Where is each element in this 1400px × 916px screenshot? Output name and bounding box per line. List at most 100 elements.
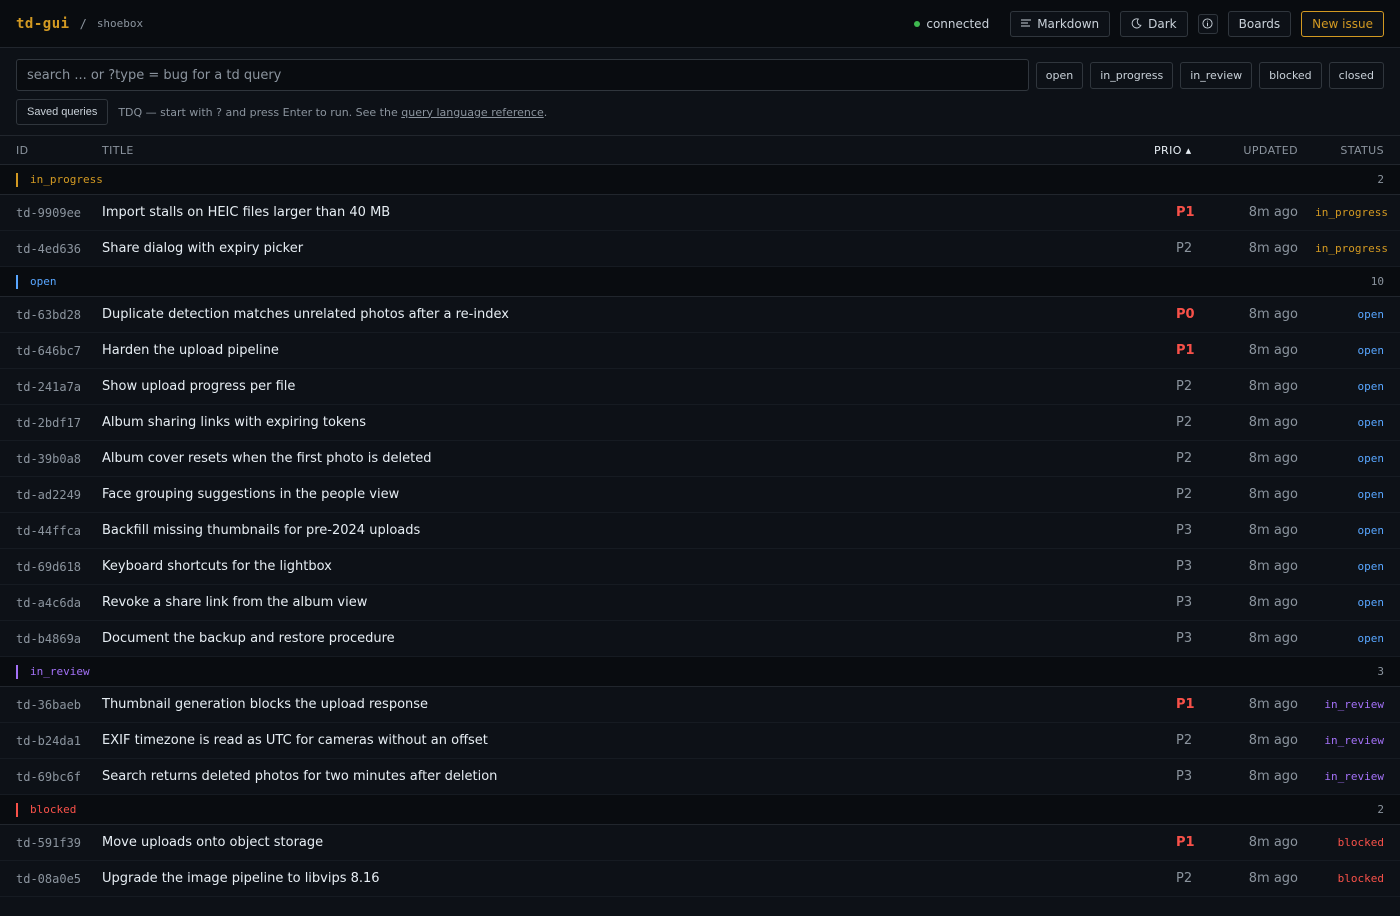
group-count: 10: [1370, 275, 1384, 288]
column-header-title[interactable]: TITLE: [102, 144, 1154, 157]
issue-updated: 8m ago: [1248, 595, 1298, 610]
issue-priority: P2: [1176, 451, 1193, 466]
issue-title[interactable]: Album cover resets when the first photo …: [102, 451, 1154, 466]
group-header-in-progress[interactable]: in_progress 2: [0, 165, 1400, 195]
issue-row[interactable]: td-08a0e5 Upgrade the image pipeline to l…: [0, 861, 1400, 897]
issue-priority: P3: [1176, 595, 1193, 610]
markdown-button[interactable]: Markdown: [1010, 10, 1111, 37]
issue-row[interactable]: td-36baeb Thumbnail generation blocks the…: [0, 687, 1400, 723]
column-header-id[interactable]: ID: [0, 144, 102, 157]
issue-title[interactable]: Keyboard shortcuts for the lightbox: [102, 559, 1154, 574]
issue-id[interactable]: td-ad2249: [0, 488, 102, 502]
issue-id[interactable]: td-69bc6f: [0, 770, 102, 784]
issue-title[interactable]: Show upload progress per file: [102, 379, 1154, 394]
saved-queries-button[interactable]: Saved queries: [16, 99, 109, 125]
issue-priority: P1: [1176, 205, 1195, 220]
issue-title[interactable]: Search returns deleted photos for two mi…: [102, 769, 1154, 784]
theme-toggle-button[interactable]: Dark: [1120, 10, 1188, 37]
issue-id[interactable]: td-2bdf17: [0, 416, 102, 430]
issue-title[interactable]: Thumbnail generation blocks the upload r…: [102, 697, 1154, 712]
issue-row[interactable]: td-63bd28 Duplicate detection matches unr…: [0, 297, 1400, 333]
filter-chip-in-progress[interactable]: in_progress: [1090, 61, 1174, 89]
issue-title[interactable]: Import stalls on HEIC files larger than …: [102, 205, 1154, 220]
issue-id[interactable]: td-b4869a: [0, 632, 102, 646]
issue-row[interactable]: td-646bc7 Harden the upload pipeline P1 8m …: [0, 333, 1400, 369]
issue-id[interactable]: td-08a0e5: [0, 872, 102, 886]
column-header-updated[interactable]: UPDATED: [1216, 144, 1308, 157]
issue-id[interactable]: td-69d618: [0, 560, 102, 574]
query-reference-link[interactable]: query language reference: [401, 106, 543, 119]
issue-row[interactable]: td-591f39 Move uploads onto object storag…: [0, 825, 1400, 861]
issue-title[interactable]: Duplicate detection matches unrelated ph…: [102, 307, 1154, 322]
app-brand[interactable]: td-gui: [16, 16, 70, 32]
issue-row[interactable]: td-241a7a Show upload progress per file P2…: [0, 369, 1400, 405]
filter-chip-open[interactable]: open: [1035, 61, 1084, 89]
issue-priority: P3: [1176, 769, 1193, 784]
issue-title[interactable]: Harden the upload pipeline: [102, 343, 1154, 358]
group-name: blocked: [30, 803, 77, 816]
issue-id[interactable]: td-646bc7: [0, 344, 102, 358]
issue-updated: 8m ago: [1248, 307, 1298, 322]
project-name[interactable]: shoebox: [97, 17, 143, 30]
issue-id[interactable]: td-591f39: [0, 836, 102, 850]
issue-row[interactable]: td-4ed636 Share dialog with expiry picker…: [0, 231, 1400, 267]
issue-row[interactable]: td-9909ee Import stalls on HEIC files lar…: [0, 195, 1400, 231]
issue-priority: P0: [1176, 307, 1195, 322]
issue-id[interactable]: td-9909ee: [0, 206, 102, 220]
issue-title[interactable]: Upgrade the image pipeline to libvips 8.…: [102, 871, 1154, 886]
issue-row[interactable]: td-b24da1 EXIF timezone is read as UTC fo…: [0, 723, 1400, 759]
status-dot-icon: [914, 20, 921, 27]
issue-id[interactable]: td-a4c6da: [0, 596, 102, 610]
issue-row[interactable]: td-2bdf17 Album sharing links with expiri…: [0, 405, 1400, 441]
issue-row[interactable]: td-a4c6da Revoke a share link from the al…: [0, 585, 1400, 621]
issue-status: in_progress: [1315, 206, 1388, 219]
group-header-in-review[interactable]: in_review 3: [0, 657, 1400, 687]
group-count: 2: [1377, 803, 1384, 816]
issue-title[interactable]: Revoke a share link from the album view: [102, 595, 1154, 610]
issue-title[interactable]: Backfill missing thumbnails for pre-2024…: [102, 523, 1154, 538]
issue-id[interactable]: td-44ffca: [0, 524, 102, 538]
issue-updated: 8m ago: [1248, 769, 1298, 784]
filter-chip-closed[interactable]: closed: [1328, 61, 1384, 89]
query-help-body: TDQ — start with ? and press Enter to ru…: [118, 105, 398, 119]
column-header-prio[interactable]: PRIO ▴: [1154, 144, 1216, 157]
filter-chip-in-review[interactable]: in_review: [1180, 61, 1253, 89]
new-issue-button[interactable]: New issue: [1301, 10, 1384, 37]
issue-status: open: [1357, 416, 1385, 429]
issue-title[interactable]: Document the backup and restore procedur…: [102, 631, 1154, 646]
search-input[interactable]: [16, 59, 1029, 91]
issue-row[interactable]: td-44ffca Backfill missing thumbnails for…: [0, 513, 1400, 549]
issue-status: open: [1357, 380, 1385, 393]
issue-row[interactable]: td-ad2249 Face grouping suggestions in th…: [0, 477, 1400, 513]
issue-id[interactable]: td-241a7a: [0, 380, 102, 394]
issue-title[interactable]: Move uploads onto object storage: [102, 835, 1154, 850]
issue-id[interactable]: td-39b0a8: [0, 452, 102, 466]
issue-id[interactable]: td-b24da1: [0, 734, 102, 748]
issue-title[interactable]: EXIF timezone is read as UTC for cameras…: [102, 733, 1154, 748]
issue-row[interactable]: td-69bc6f Search returns deleted photos f…: [0, 759, 1400, 795]
info-button[interactable]: [1197, 13, 1218, 34]
breadcrumb-separator: /: [79, 16, 87, 31]
issue-row[interactable]: td-39b0a8 Album cover resets when the fir…: [0, 441, 1400, 477]
issue-row[interactable]: td-b4869a Document the backup and restore…: [0, 621, 1400, 657]
connection-status: connected: [914, 17, 989, 31]
group-color-bar: [16, 664, 18, 679]
group-header-open[interactable]: open 10: [0, 267, 1400, 297]
issue-id[interactable]: td-4ed636: [0, 242, 102, 256]
column-header-status[interactable]: STATUS: [1308, 144, 1400, 157]
boards-button[interactable]: Boards: [1227, 10, 1292, 37]
issue-title[interactable]: Share dialog with expiry picker: [102, 241, 1154, 256]
issue-title[interactable]: Album sharing links with expiring tokens: [102, 415, 1154, 430]
group-color-bar: [16, 802, 18, 817]
issue-updated: 8m ago: [1248, 835, 1298, 850]
group-header-blocked[interactable]: blocked 2: [0, 795, 1400, 825]
issue-title[interactable]: Face grouping suggestions in the people …: [102, 487, 1154, 502]
issue-status: blocked: [1337, 872, 1384, 885]
issue-status: in_review: [1324, 770, 1384, 783]
issue-row[interactable]: td-69d618 Keyboard shortcuts for the ligh…: [0, 549, 1400, 585]
issue-priority: P1: [1176, 835, 1195, 850]
issue-id[interactable]: td-36baeb: [0, 698, 102, 712]
filter-chip-blocked[interactable]: blocked: [1259, 61, 1322, 89]
issue-id[interactable]: td-63bd28: [0, 308, 102, 322]
issue-updated: 8m ago: [1248, 631, 1298, 646]
